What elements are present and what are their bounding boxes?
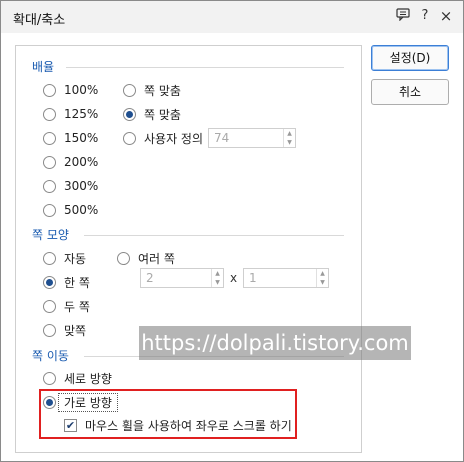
option-label: 300% [64,179,99,193]
spin-up-icon[interactable]: ▲ [317,269,328,278]
option-label: 자동 [64,251,87,266]
radio-circle[interactable] [43,371,56,385]
radio-circle[interactable] [43,107,56,121]
spin-down-icon[interactable]: ▼ [317,278,328,287]
dialog-title: 확대/축소 [13,13,66,28]
radio-circle[interactable] [43,155,56,169]
group-divider [66,67,344,68]
option-label: 쪽 맞춤 [144,83,181,98]
radio-circle-checked[interactable] [43,275,56,289]
radio-500[interactable]: 500% [43,202,98,218]
spin-up-icon[interactable]: ▲ [212,269,223,278]
option-label: 쪽 맞춤 [144,107,181,122]
radio-vertical[interactable]: 세로 방향 [43,370,112,386]
radio-100[interactable]: 100% [43,82,98,98]
spinner-value: 2 [146,271,154,285]
custom-zoom-spinner[interactable]: 74 ▲ ▼ [208,128,296,148]
radio-300[interactable]: 300% [43,178,98,194]
spinner-arrows[interactable]: ▲ ▼ [211,269,223,287]
radio-circle[interactable] [43,251,56,265]
radio-auto[interactable]: 자동 [43,250,86,266]
option-label: 사용자 정의 [144,131,204,146]
option-label: 500% [64,203,99,217]
cancel-button[interactable]: 취소 [371,79,449,105]
option-label: 125% [64,107,99,121]
option-label: 150% [64,131,99,145]
times-label: x [230,271,238,285]
help-icon[interactable]: ? [417,8,433,24]
radio-circle[interactable] [43,179,56,193]
radio-circle[interactable] [43,203,56,217]
spinner-arrows[interactable]: ▲ ▼ [283,129,295,147]
columns-spinner[interactable]: 2 ▲ ▼ [140,268,224,288]
option-label: 200% [64,155,99,169]
radio-single-page[interactable]: 한 쪽 [43,274,90,290]
highlight-box [39,389,297,439]
radio-circle[interactable] [43,131,56,145]
group-divider [84,235,344,236]
group-label-page-move: 쪽 이동 [32,349,69,363]
spinner-value: 1 [249,271,257,285]
title-bar: 확대/축소 ? × [1,1,463,33]
radio-fit-width[interactable]: 쪽 맞춤 [123,82,181,98]
spinner-arrows[interactable]: ▲ ▼ [316,269,328,287]
chat-box-icon[interactable] [395,8,411,24]
radio-multi-page[interactable]: 여러 쪽 [117,250,175,266]
group-label-page-shape: 쪽 모양 [32,228,69,242]
option-label: 여러 쪽 [138,251,175,266]
option-label: 두 쪽 [64,299,90,314]
radio-circle[interactable] [117,251,130,265]
radio-circle-checked[interactable] [123,107,136,121]
ok-button[interactable]: 설정(D) [371,45,449,71]
option-label: 세로 방향 [64,371,112,386]
radio-circle[interactable] [43,83,56,97]
radio-circle[interactable] [123,131,136,145]
rows-spinner[interactable]: 1 ▲ ▼ [243,268,329,288]
spinner-value: 74 [214,131,230,145]
radio-circle[interactable] [123,83,136,97]
radio-two-page[interactable]: 두 쪽 [43,298,90,314]
spin-down-icon[interactable]: ▼ [212,278,223,287]
radio-circle[interactable] [43,299,56,313]
watermark-text: https://dolpali.tistory.com [139,326,411,360]
option-label: 100% [64,83,99,97]
option-label: 맞쪽 [64,323,87,338]
spin-up-icon[interactable]: ▲ [284,129,295,138]
option-label: 한 쪽 [64,275,90,290]
radio-200[interactable]: 200% [43,154,98,170]
group-label-magnification: 배율 [32,60,55,74]
spin-down-icon[interactable]: ▼ [284,138,295,147]
radio-150[interactable]: 150% [43,130,98,146]
close-icon[interactable]: × [438,8,454,24]
zoom-dialog: 확대/축소 ? × 배율 100% 125% 150% 200% 300% 50… [0,0,464,462]
radio-circle[interactable] [43,323,56,337]
radio-fit-page[interactable]: 쪽 맞춤 [123,106,181,122]
radio-125[interactable]: 125% [43,106,98,122]
radio-facing-page[interactable]: 맞쪽 [43,322,86,338]
radio-custom[interactable]: 사용자 정의 [123,130,203,146]
